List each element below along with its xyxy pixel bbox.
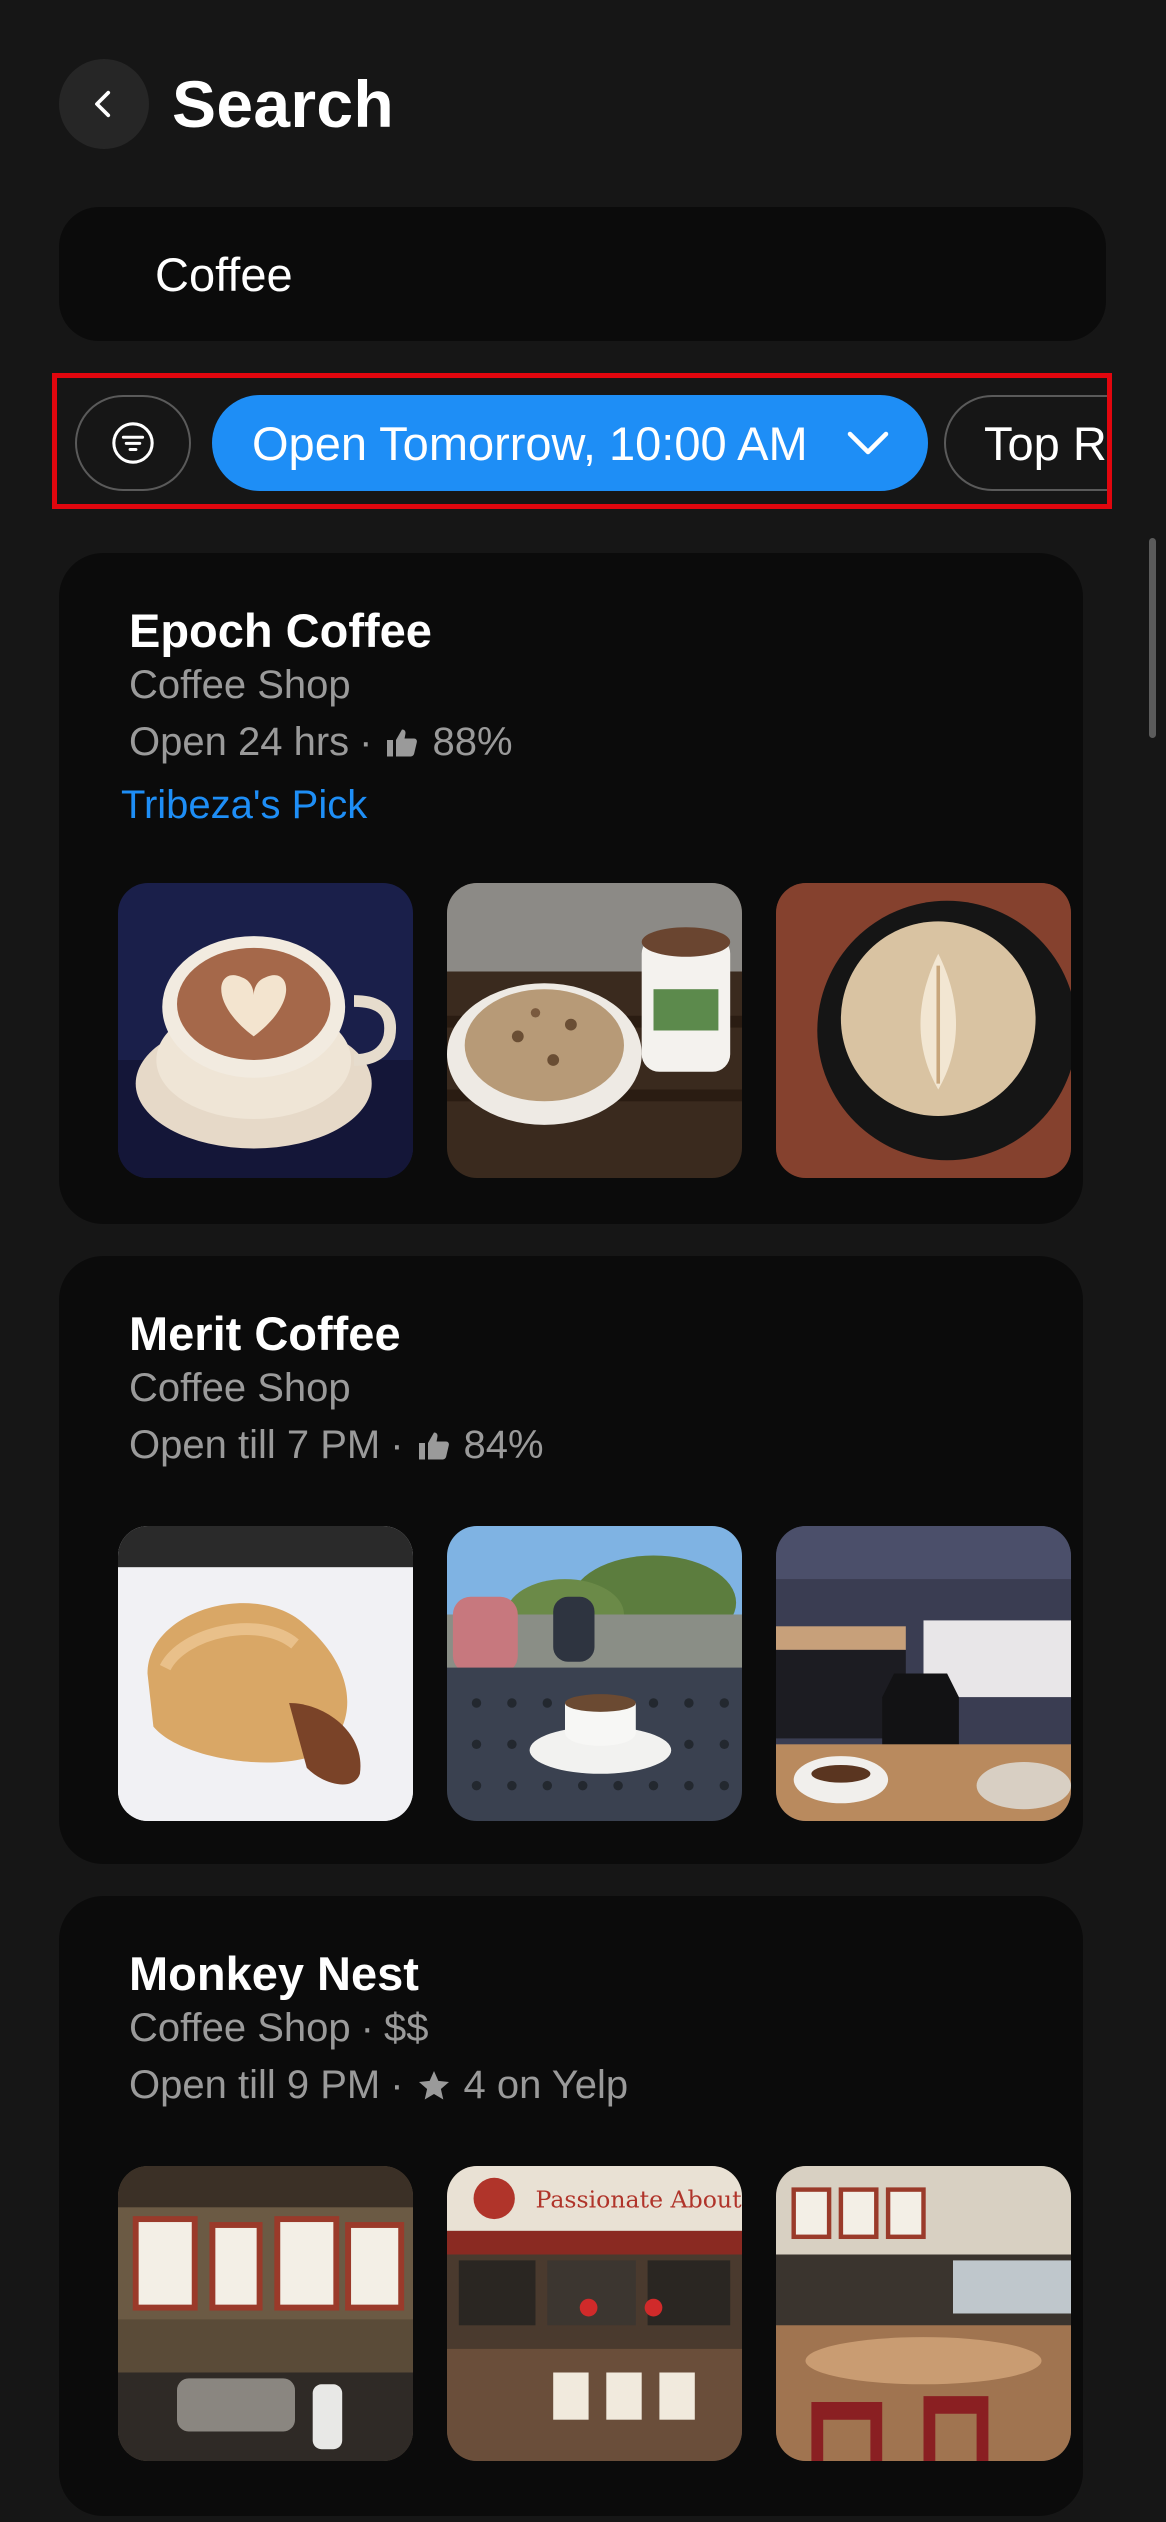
place-category: Coffee Shop [129,1366,351,1411]
result-card-monkey-nest[interactable]: Monkey Nest Coffee Shop · $$ Open till 9… [59,1896,1083,2516]
editor-pick-link[interactable]: Tribeza's Pick [121,783,367,828]
photo-strip[interactable] [118,1526,1083,1821]
category-text: Coffee Shop [129,663,351,707]
scrollbar[interactable] [1149,538,1156,738]
rating-text: 4 on Yelp [463,2063,629,2107]
patio-espresso-photo[interactable] [447,1526,742,1821]
filter-icon [112,422,154,464]
svg-text:Passionate About Co: Passionate About Co [536,2185,743,2213]
place-name: Epoch Coffee [129,604,432,657]
photo-strip[interactable] [118,883,1083,1178]
filter-button[interactable] [75,395,191,491]
top-rated-filter-label: Top R [984,416,1107,470]
kolache-pastry-photo[interactable] [118,1526,413,1821]
place-category: Coffee Shop · $$ [129,2006,429,2051]
cafe-counter-photo[interactable]: Passionate About Co [447,2166,742,2461]
thumbs-up-icon [418,1432,449,1459]
separator-dot: · [360,2006,374,2050]
back-button[interactable] [59,59,149,149]
price-text: $$ [384,2006,429,2050]
category-text: Coffee Shop [129,2006,351,2050]
result-card-merit-coffee[interactable]: Merit Coffee Coffee Shop Open till 7 PM … [59,1256,1083,1864]
open-time-filter-chip[interactable]: Open Tomorrow, 10:00 AM [212,395,928,491]
place-status-line: Open 24 hrs · 88% [129,720,513,765]
place-status-line: Open till 9 PM · 4 on Yelp [129,2063,628,2108]
chevron-down-icon [847,431,889,455]
separator-dot: · [359,720,373,764]
place-name: Merit Coffee [129,1307,401,1360]
cafe-dining-room-photo[interactable] [776,2166,1071,2461]
separator-dot: · [390,2063,404,2107]
rating-text: 84% [463,1423,544,1467]
cafe-menu-wall-photo[interactable] [118,2166,413,2461]
star-icon [418,2070,449,2099]
open-time-filter-label: Open Tomorrow, 10:00 AM [252,416,808,470]
chevron-left-icon [95,90,111,118]
search-input[interactable] [155,246,1055,302]
search-screen: Search Open Tomorrow, 10:00 AM Top R Epo… [0,0,1166,2522]
latte-leaf-art-photo[interactable] [776,883,1071,1178]
result-card-epoch-coffee[interactable]: Epoch Coffee Coffee Shop Open 24 hrs · 8… [59,553,1083,1224]
hours-text: Open till 9 PM [129,2063,381,2107]
page-title: Search [172,67,394,141]
cafe-counter-carafe-photo[interactable] [776,1526,1071,1821]
cookie-and-mug-photo[interactable] [447,883,742,1178]
separator-dot: · [390,1423,404,1467]
latte-heart-art-photo[interactable] [118,883,413,1178]
place-category: Coffee Shop [129,663,351,708]
place-status-line: Open till 7 PM · 84% [129,1423,544,1468]
search-box[interactable] [59,207,1106,341]
filter-chip-row: Open Tomorrow, 10:00 AM Top R [52,373,1112,509]
category-text: Coffee Shop [129,1366,351,1410]
photo-strip[interactable]: Passionate About Co [118,2166,1083,2461]
rating-text: 88% [432,720,513,764]
place-name: Monkey Nest [129,1947,419,2000]
top-rated-filter-chip[interactable]: Top R [944,395,1107,491]
thumbs-up-icon [387,729,418,756]
hours-text: Open till 7 PM [129,1423,381,1467]
hours-text: Open 24 hrs [129,720,350,764]
